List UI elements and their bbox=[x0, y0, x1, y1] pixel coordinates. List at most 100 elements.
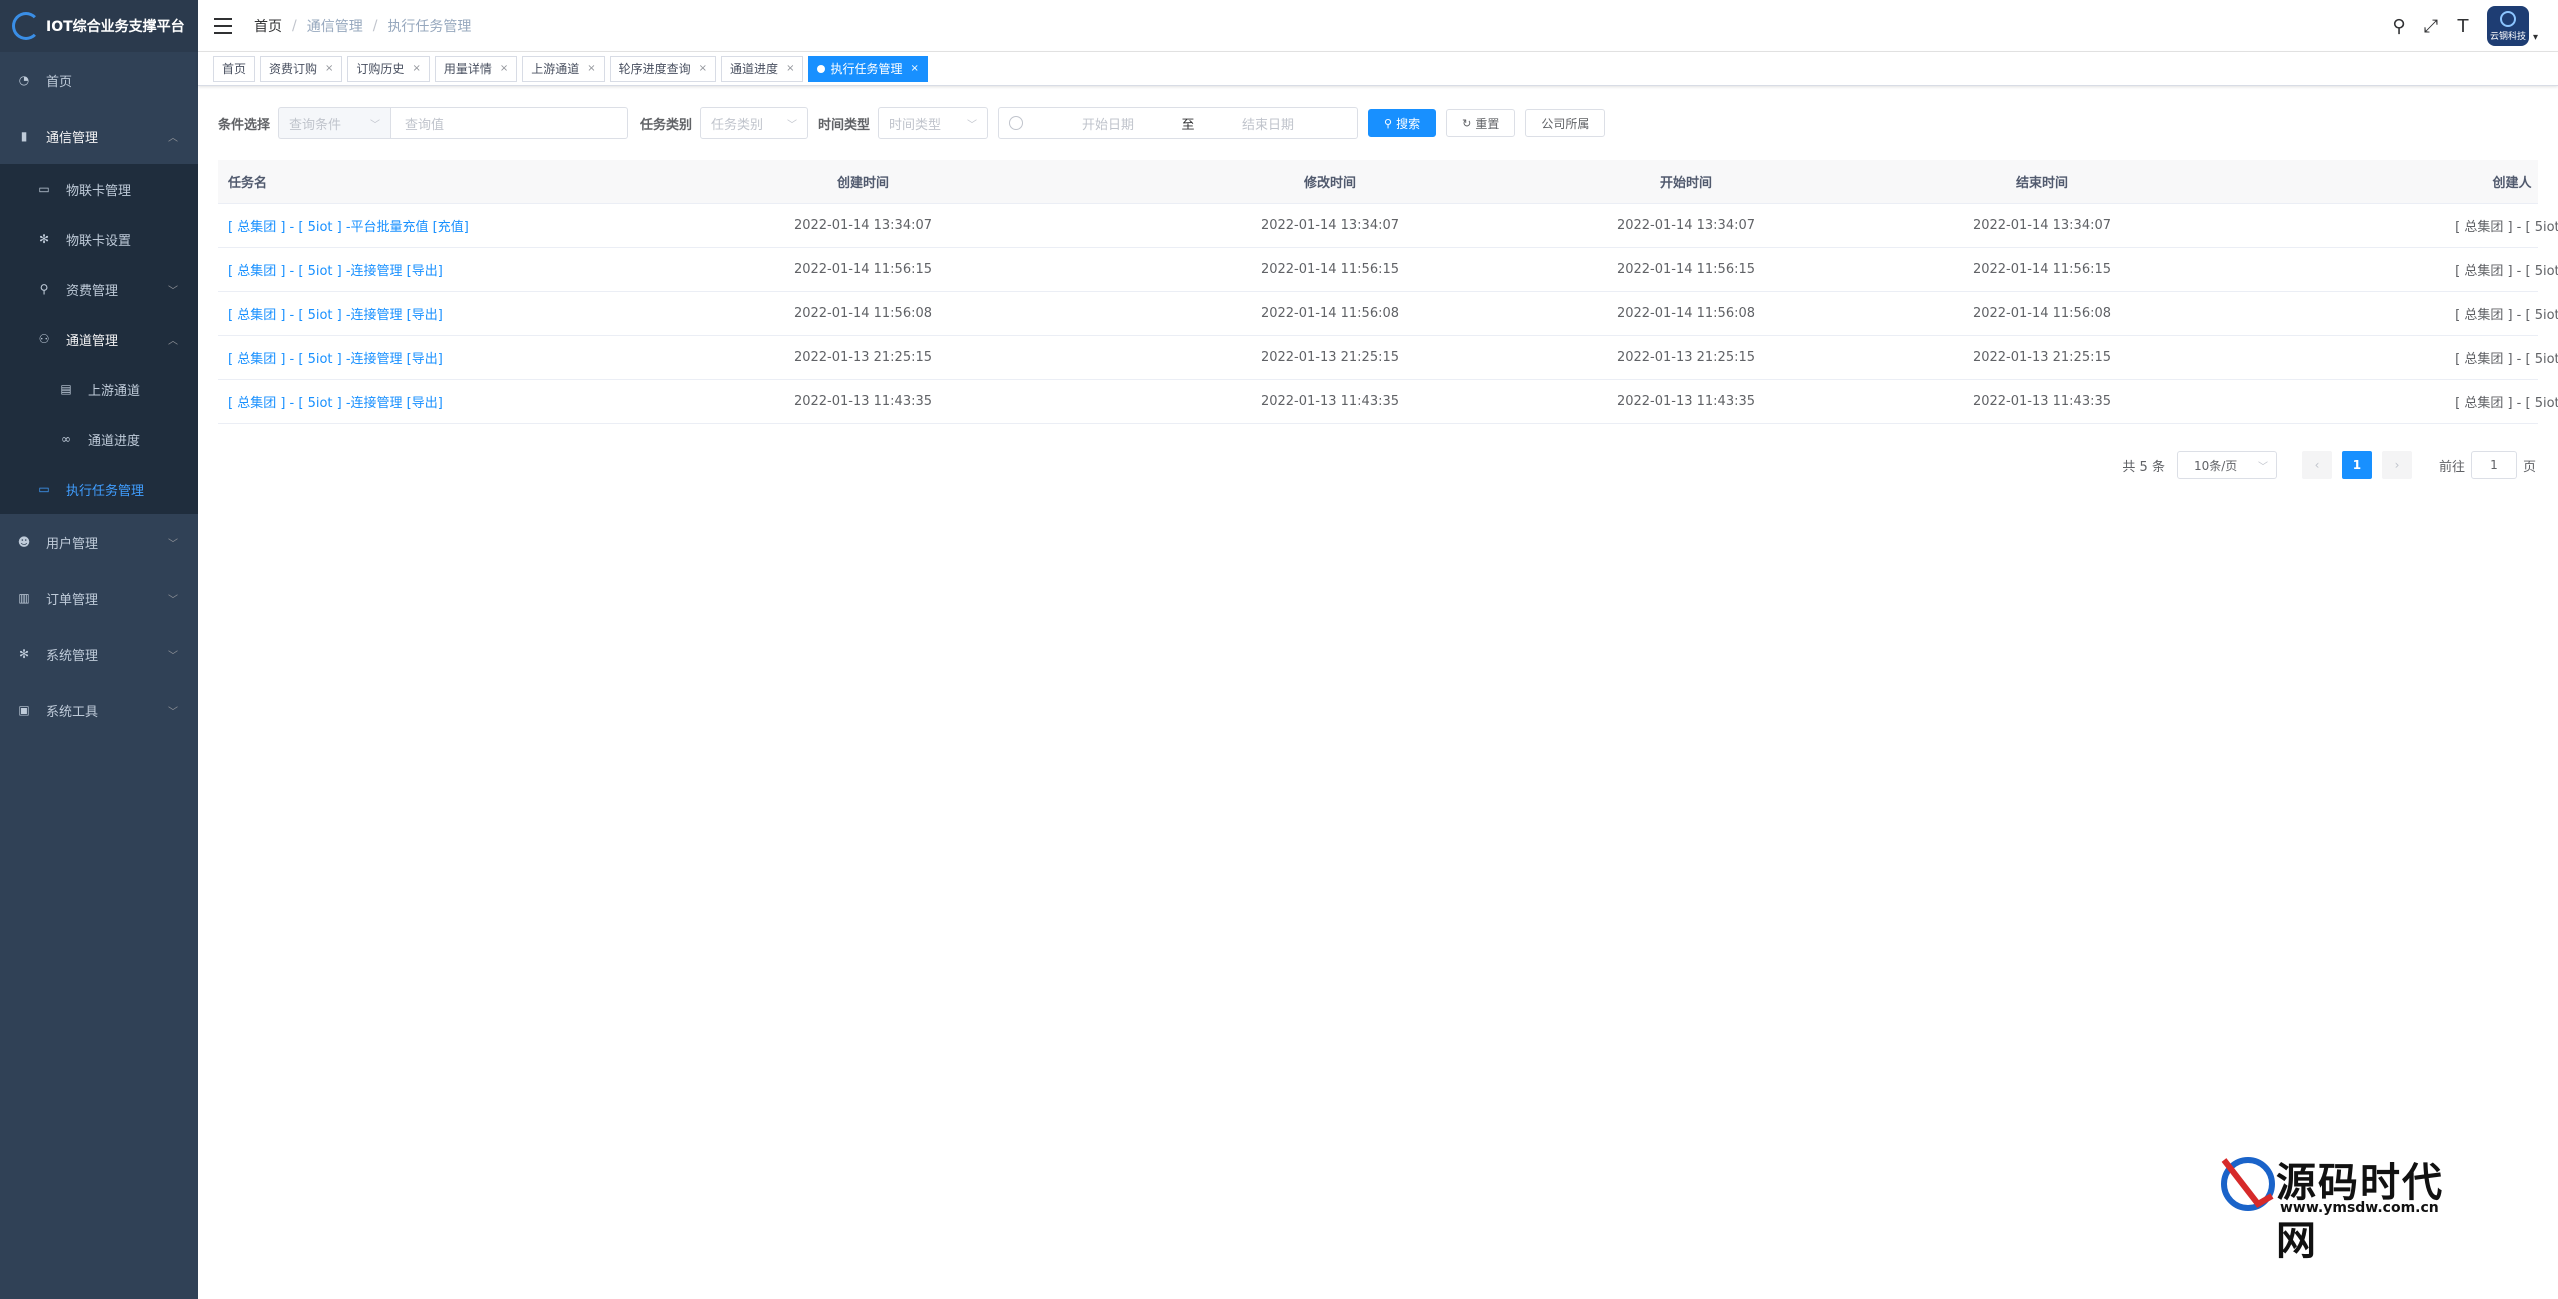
breadcrumb: 首页 / 通信管理 / 执行任务管理 bbox=[254, 16, 471, 36]
cell-task-name[interactable]: [ 总集团 ] - [ 5iot ] -连接管理 [导出] bbox=[218, 304, 574, 323]
cell-start: 2022-01-14 11:56:15 bbox=[1616, 262, 1756, 277]
task-type-select[interactable]: 任务类别 ﹀ bbox=[700, 107, 809, 139]
sidebar-item-card-manage[interactable]: ▭ 物联卡管理 bbox=[0, 164, 198, 214]
cell-end: 2022-01-14 11:56:08 bbox=[1972, 306, 2112, 321]
users-icon: ☻ bbox=[17, 535, 31, 549]
breadcrumb-comm[interactable]: 通信管理 bbox=[307, 16, 363, 36]
prev-page-button[interactable]: ‹ bbox=[2301, 451, 2332, 479]
cell-task-name[interactable]: [ 总集团 ] - [ 5iot ] -连接管理 [导出] bbox=[218, 260, 574, 279]
column-header-creator: 创建人 bbox=[2492, 176, 2532, 191]
end-date-input[interactable]: 结束日期 bbox=[1203, 114, 1333, 133]
page-number-button[interactable]: 1 bbox=[2341, 451, 2372, 479]
tag-item[interactable]: 上游通道 × bbox=[522, 55, 605, 82]
close-icon[interactable]: × bbox=[325, 63, 333, 74]
query-value-input[interactable]: 查询值 bbox=[390, 107, 629, 139]
cell-creator: [ 总集团 ] - [ 5iot ] bbox=[2455, 308, 2558, 323]
chevron-down-icon: ﹀ bbox=[2257, 461, 2268, 473]
cell-modified: 2022-01-13 11:43:35 bbox=[1260, 394, 1400, 409]
cell-start: 2022-01-13 21:25:15 bbox=[1616, 350, 1756, 365]
column-header-modified: 修改时间 bbox=[1303, 176, 1356, 191]
close-icon[interactable]: × bbox=[587, 63, 595, 74]
time-type-label: 时间类型 bbox=[818, 117, 871, 133]
start-date-input[interactable]: 开始日期 bbox=[1043, 114, 1173, 133]
cell-task-name[interactable]: [ 总集团 ] - [ 5iot ] -平台批量充值 [充值] bbox=[218, 216, 574, 235]
cell-task-name[interactable]: [ 总集团 ] - [ 5iot ] -连接管理 [导出] bbox=[218, 348, 574, 367]
tag-item[interactable]: 轮序进度查询 × bbox=[609, 55, 717, 82]
font-size-icon[interactable]: T bbox=[2447, 6, 2479, 46]
watermark-url: www.ymsdw.com.cn bbox=[2280, 1200, 2439, 1216]
search-icon[interactable]: ⚲ bbox=[2383, 6, 2415, 46]
time-type-placeholder: 时间类型 bbox=[889, 117, 942, 133]
sidebar-item-upstream[interactable]: ▤ 上游通道 bbox=[0, 364, 198, 414]
sidebar-item-user[interactable]: ☻ 用户管理 ﹀ bbox=[0, 514, 198, 570]
avatar[interactable]: 云钢科技 bbox=[2486, 6, 2529, 46]
sidebar-item-system[interactable]: ✻ 系统管理 ﹀ bbox=[0, 626, 198, 682]
tag-item[interactable]: 订购历史 × bbox=[347, 55, 430, 82]
goto-label: 前往 bbox=[2438, 459, 2465, 475]
company-button[interactable]: 公司所属 bbox=[1525, 109, 1606, 137]
tag-label: 通道进度 bbox=[730, 62, 779, 76]
sidebar-submenu-channel: ▤ 上游通道 ∞ 通道进度 bbox=[0, 364, 198, 464]
filter-bar: 条件选择 查询条件 ﹀ 查询值 任务类别 任务类别 ﹀ 时间类型 时间类型 ﹀ … bbox=[218, 106, 1615, 140]
close-icon[interactable]: × bbox=[699, 63, 707, 74]
sidebar-item-home[interactable]: ◔ 首页 bbox=[0, 52, 198, 108]
sidebar-item-channel-progress[interactable]: ∞ 通道进度 bbox=[0, 414, 198, 464]
tag-item[interactable]: 首页 bbox=[213, 55, 256, 82]
chevron-down-icon: ﹀ bbox=[168, 594, 178, 606]
table-row: [ 总集团 ] - [ 5iot ] -连接管理 [导出] 2022-01-14 … bbox=[218, 292, 2558, 336]
sidebar-item-label: 通道管理 bbox=[66, 333, 119, 349]
sidebar-item-task-manage[interactable]: ▭ 执行任务管理 bbox=[0, 464, 198, 514]
sidebar-item-comm[interactable]: ▮ 通信管理 ︿ bbox=[0, 108, 198, 164]
close-icon[interactable]: × bbox=[910, 63, 918, 74]
hamburger-icon[interactable] bbox=[214, 17, 232, 34]
cell-end: 2022-01-14 13:34:07 bbox=[1972, 218, 2112, 233]
sidebar-item-order[interactable]: ▥ 订单管理 ﹀ bbox=[0, 570, 198, 626]
dashboard-icon: ◔ bbox=[18, 73, 30, 87]
table-row: [ 总集团 ] - [ 5iot ] -连接管理 [导出] 2022-01-13 … bbox=[218, 380, 2558, 424]
tags-view: 首页 资费订购 × 订购历史 × 用量详情 × 上游通道 × 轮序进度查询 × 通道进度 × 执行任务管理… bbox=[198, 52, 2558, 86]
tag-label: 资费订购 bbox=[269, 62, 318, 76]
app-logo[interactable]: IOT综合业务支撑平台 bbox=[0, 0, 198, 52]
cell-creator: [ 总集团 ] - [ 5iot ] bbox=[2455, 352, 2558, 367]
sidebar-item-label: 上游通道 bbox=[88, 383, 141, 399]
close-icon[interactable]: × bbox=[786, 63, 794, 74]
chevron-down-icon: ﹀ bbox=[168, 285, 178, 297]
cell-created: 2022-01-14 11:56:15 bbox=[793, 262, 933, 277]
cell-task-name[interactable]: [ 总集团 ] - [ 5iot ] -连接管理 [导出] bbox=[218, 392, 574, 411]
sidebar-item-label: 首页 bbox=[46, 74, 73, 90]
sidebar-item-channel[interactable]: ⚇ 通道管理 ︿ bbox=[0, 314, 198, 364]
reset-button[interactable]: ↻ 重置 bbox=[1446, 109, 1516, 137]
breadcrumb-separator: / bbox=[372, 17, 378, 34]
table-body: [ 总集团 ] - [ 5iot ] -平台批量充值 [充值] 2022-01-1… bbox=[218, 204, 2558, 424]
page-size-select[interactable]: 10条/页 ﹀ bbox=[2176, 451, 2277, 479]
column-header-start: 开始时间 bbox=[1659, 176, 1712, 191]
card-icon: ▭ bbox=[38, 182, 50, 196]
fullscreen-icon[interactable]: ⤢ bbox=[2415, 6, 2447, 46]
condition-label: 条件选择 bbox=[218, 117, 271, 133]
breadcrumb-separator: / bbox=[292, 17, 297, 34]
gear-icon: ✻ bbox=[38, 232, 50, 246]
sidebar-item-tariff[interactable]: ⚲ 资费管理 ﹀ bbox=[0, 264, 198, 314]
tag-item[interactable]: 用量详情 × bbox=[434, 55, 518, 82]
tag-item[interactable]: 执行任务管理 × bbox=[808, 55, 928, 82]
sidebar-item-tools[interactable]: ▣ 系统工具 ﹀ bbox=[0, 682, 198, 738]
goto-page-input[interactable]: 1 bbox=[2470, 451, 2517, 479]
caret-down-icon[interactable]: ▾ bbox=[2533, 32, 2538, 43]
tag-item[interactable]: 通道进度 × bbox=[721, 55, 804, 82]
close-icon[interactable]: × bbox=[412, 63, 420, 74]
tag-item[interactable]: 资费订购 × bbox=[260, 55, 343, 82]
close-icon[interactable]: × bbox=[500, 63, 508, 74]
monitor-icon: ▭ bbox=[38, 482, 50, 496]
sidebar-item-card-settings[interactable]: ✻ 物联卡设置 bbox=[0, 214, 198, 264]
chevron-down-icon: ﹀ bbox=[787, 119, 798, 131]
condition-select[interactable]: 查询条件 ﹀ bbox=[278, 107, 391, 139]
cell-created: 2022-01-13 21:25:15 bbox=[793, 350, 933, 365]
time-type-select[interactable]: 时间类型 ﹀ bbox=[878, 107, 989, 139]
toolbox-icon: ▣ bbox=[18, 703, 30, 717]
date-range-picker[interactable]: 开始日期 至 结束日期 bbox=[998, 107, 1359, 139]
search-button[interactable]: ⚲ 搜索 bbox=[1368, 109, 1437, 137]
breadcrumb-home[interactable]: 首页 bbox=[254, 16, 282, 36]
next-page-button[interactable]: › bbox=[2381, 451, 2412, 479]
tag-label: 首页 bbox=[222, 62, 247, 76]
cell-modified: 2022-01-13 21:25:15 bbox=[1260, 350, 1400, 365]
